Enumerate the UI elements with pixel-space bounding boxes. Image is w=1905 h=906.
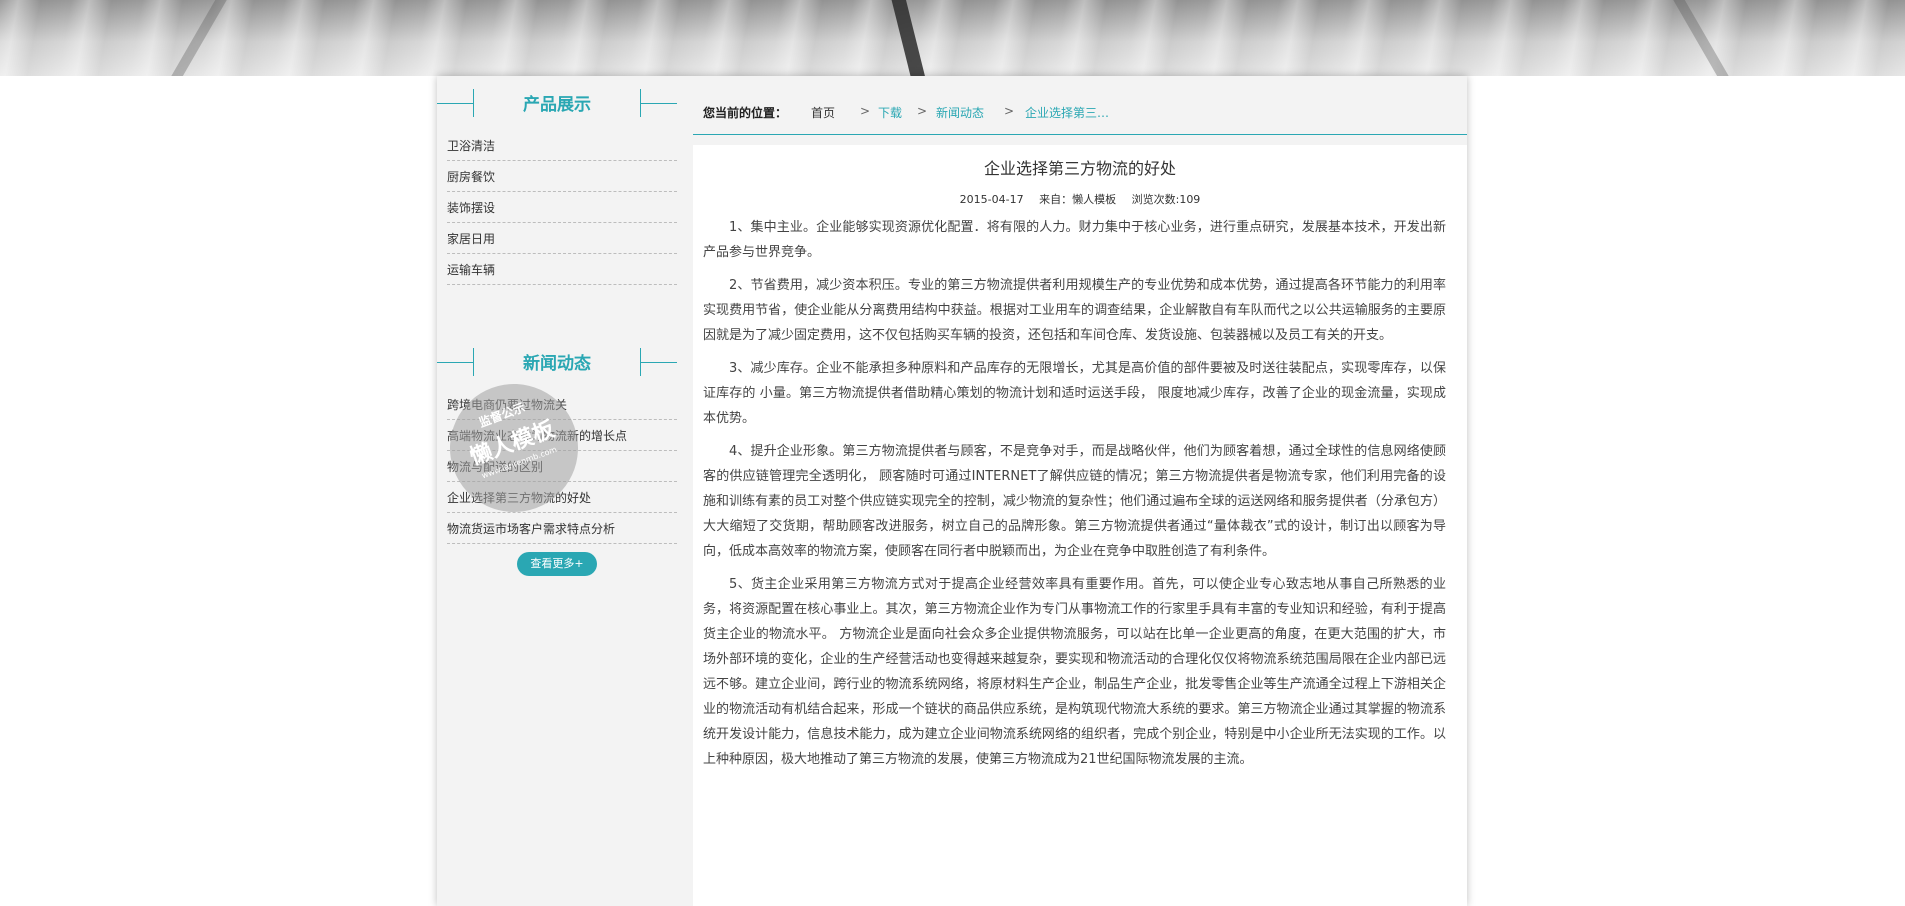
banner-plank xyxy=(887,0,933,76)
breadcrumb-download-link[interactable]: 下载 xyxy=(878,104,902,121)
breadcrumb-news-link[interactable]: 新闻动态 xyxy=(936,104,984,121)
banner-plank xyxy=(158,0,232,76)
products-section-title: 产品展示 xyxy=(437,76,693,130)
breadcrumb-separator: > xyxy=(860,104,871,118)
product-category-item[interactable]: 运输车辆 xyxy=(447,254,677,285)
title-line-decor xyxy=(437,103,473,104)
article-title: 企业选择第三方物流的好处 xyxy=(983,159,1176,178)
article-paragraph: 2、节省费用，减少资本积压。专业的第三方物流提供者利用规模生产的专业优势和成本优… xyxy=(703,278,1446,343)
article-views: 浏览次数:109 xyxy=(1131,193,1201,206)
breadcrumb: 您当前的位置： 首页 > 下载 > 新闻动态 > 企业选择第三… xyxy=(693,76,1467,135)
breadcrumb-home-link[interactable]: 首页 xyxy=(811,104,835,121)
product-category-item[interactable]: 卫浴清洁 xyxy=(447,130,677,161)
title-line-decor xyxy=(641,103,677,104)
breadcrumb-current-link[interactable]: 企业选择第三… xyxy=(1025,104,1109,121)
header-banner-image xyxy=(0,0,1905,76)
news-section-title: 新闻动态 xyxy=(437,335,693,389)
products-title: 产品展示 xyxy=(523,95,591,115)
article-panel: 企业选择第三方物流的好处 2015-04-17 来自：懒人模板 浏览次数:109… xyxy=(693,145,1467,906)
breadcrumb-separator: > xyxy=(1004,104,1015,118)
article-paragraph: 4、提升企业形象。第三方物流提供者与顾客，不是竞争对手，而是战略伙伴，他们为顾客… xyxy=(703,444,1446,559)
article-paragraph: 1、集中主业。企业能够实现资源优化配置．将有限的人力。财力集中于核心业务，进行重… xyxy=(703,220,1446,260)
product-category-item[interactable]: 家居日用 xyxy=(447,223,677,254)
title-line-decor xyxy=(641,362,677,363)
title-line-decor xyxy=(437,362,473,363)
breadcrumb-label: 您当前的位置： xyxy=(703,106,788,120)
article-paragraph: 3、减少库存。企业不能承担多种原料和产品库存的无限增长，尤其是高价值的部件要被及… xyxy=(703,361,1446,426)
article-paragraph: 5、货主企业采用第三方物流方式对于提高企业经营效率具有重要作用。首先，可以使企业… xyxy=(703,577,1446,767)
article-meta: 2015-04-17 来自：懒人模板 浏览次数:109 xyxy=(693,191,1467,207)
page-container: 产品展示 卫浴清洁 厨房餐饮 装饰摆设 家居日用 运输车辆 新闻动态 跨境电商仍… xyxy=(437,76,1467,906)
product-category-item[interactable]: 厨房餐饮 xyxy=(447,161,677,192)
product-category-item[interactable]: 装饰摆设 xyxy=(447,192,677,223)
article-date: 2015-04-17 xyxy=(959,193,1024,206)
breadcrumb-separator: > xyxy=(917,104,928,118)
article-body: 1、集中主业。企业能够实现资源优化配置．将有限的人力。财力集中于核心业务，进行重… xyxy=(693,215,1467,772)
news-item[interactable]: 物流货运市场客户需求特点分析 xyxy=(447,513,677,544)
view-more-button[interactable]: 查看更多+ xyxy=(517,552,597,576)
product-category-list: 卫浴清洁 厨房餐饮 装饰摆设 家居日用 运输车辆 xyxy=(437,130,693,285)
banner-plank xyxy=(1668,0,1742,76)
news-title: 新闻动态 xyxy=(523,354,591,374)
main-content: 您当前的位置： 首页 > 下载 > 新闻动态 > 企业选择第三… 企业选择第三方… xyxy=(693,76,1467,906)
article-source: 来自：懒人模板 xyxy=(1039,193,1117,206)
